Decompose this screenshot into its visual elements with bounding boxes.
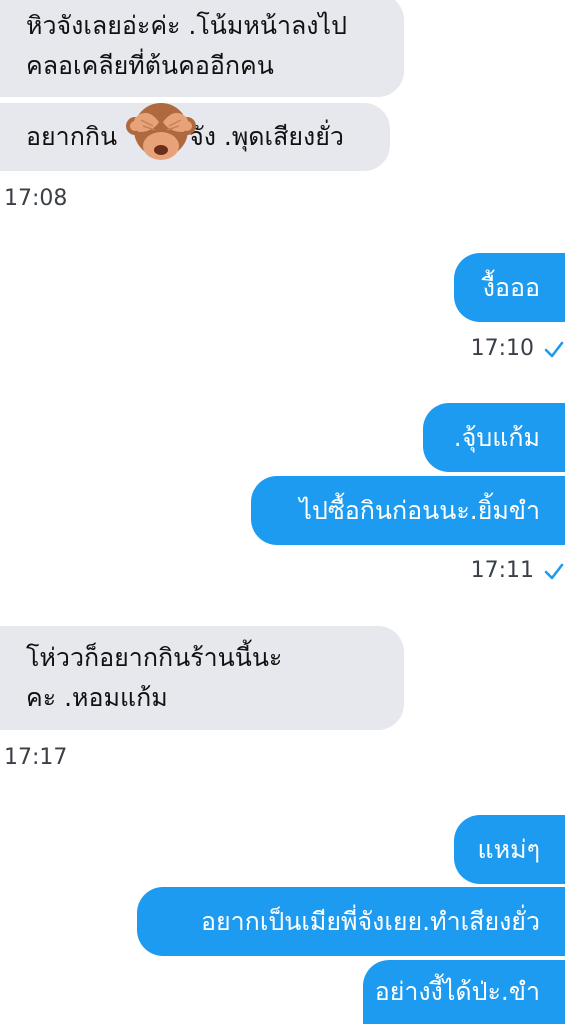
incoming-message-bubble[interactable]: โห่ววก็อยากกินร้านนี้นะ คะ .หอมแก้ม bbox=[0, 626, 404, 730]
timestamp-text: 17:10 bbox=[470, 336, 534, 361]
message-timestamp: 17:08 bbox=[4, 186, 68, 211]
outgoing-message-bubble[interactable]: .จุ้บแก้ม bbox=[423, 403, 565, 472]
message-text-line: คลอเคลียที่ต้นคออีกคน bbox=[26, 50, 274, 80]
message-timestamp: 17:17 bbox=[4, 745, 68, 770]
message-text: อยากเป็นเมียพี่จังเยย.ทำเสียงยั่ว bbox=[200, 906, 540, 936]
message-text: อยากกิน bbox=[26, 122, 118, 151]
message-text: แหม่ๆ bbox=[477, 834, 541, 864]
message-text: ไปซื้อกินก่อนนะ.ยิ้มขำ bbox=[299, 495, 540, 525]
outgoing-message-bubble[interactable]: อย่างงี้ได้ป่ะ.ขำ bbox=[363, 960, 565, 1024]
incoming-message-bubble[interactable]: หิวจังเลยอ่ะค่ะ .โน้มหน้าลงไป คลอเคลียที… bbox=[0, 0, 404, 97]
message-timestamp: 17:10 bbox=[471, 336, 564, 362]
message-text: .จุ้บแก้ม bbox=[453, 422, 540, 452]
sent-check-icon bbox=[544, 341, 564, 358]
see-no-evil-monkey-icon bbox=[125, 96, 197, 166]
message-timestamp: 17:11 bbox=[471, 558, 564, 584]
message-text-line: หิวจังเลยอ่ะค่ะ .โน้มหน้าลงไป bbox=[26, 10, 347, 40]
sent-check-icon bbox=[544, 563, 564, 580]
message-text: อย่างงี้ได้ป่ะ.ขำ bbox=[374, 977, 540, 1006]
message-text-line: โห่ววก็อยากกินร้านนี้นะ bbox=[26, 643, 283, 672]
message-text: งื้อออ bbox=[482, 272, 540, 302]
outgoing-message-bubble[interactable]: แหม่ๆ bbox=[454, 815, 565, 884]
chat-thread: หิวจังเลยอ่ะค่ะ .โน้มหน้าลงไป คลอเคลียที… bbox=[0, 0, 586, 1024]
outgoing-message-bubble[interactable]: งื้อออ bbox=[454, 253, 565, 322]
outgoing-message-bubble[interactable]: ไปซื้อกินก่อนนะ.ยิ้มขำ bbox=[251, 476, 565, 545]
outgoing-message-bubble[interactable]: อยากเป็นเมียพี่จังเยย.ทำเสียงยั่ว bbox=[137, 887, 565, 956]
message-text: จัง .พุดเสียงยั่ว bbox=[189, 122, 344, 151]
message-text-line: คะ .หอมแก้ม bbox=[26, 683, 168, 712]
timestamp-text: 17:11 bbox=[470, 558, 534, 583]
